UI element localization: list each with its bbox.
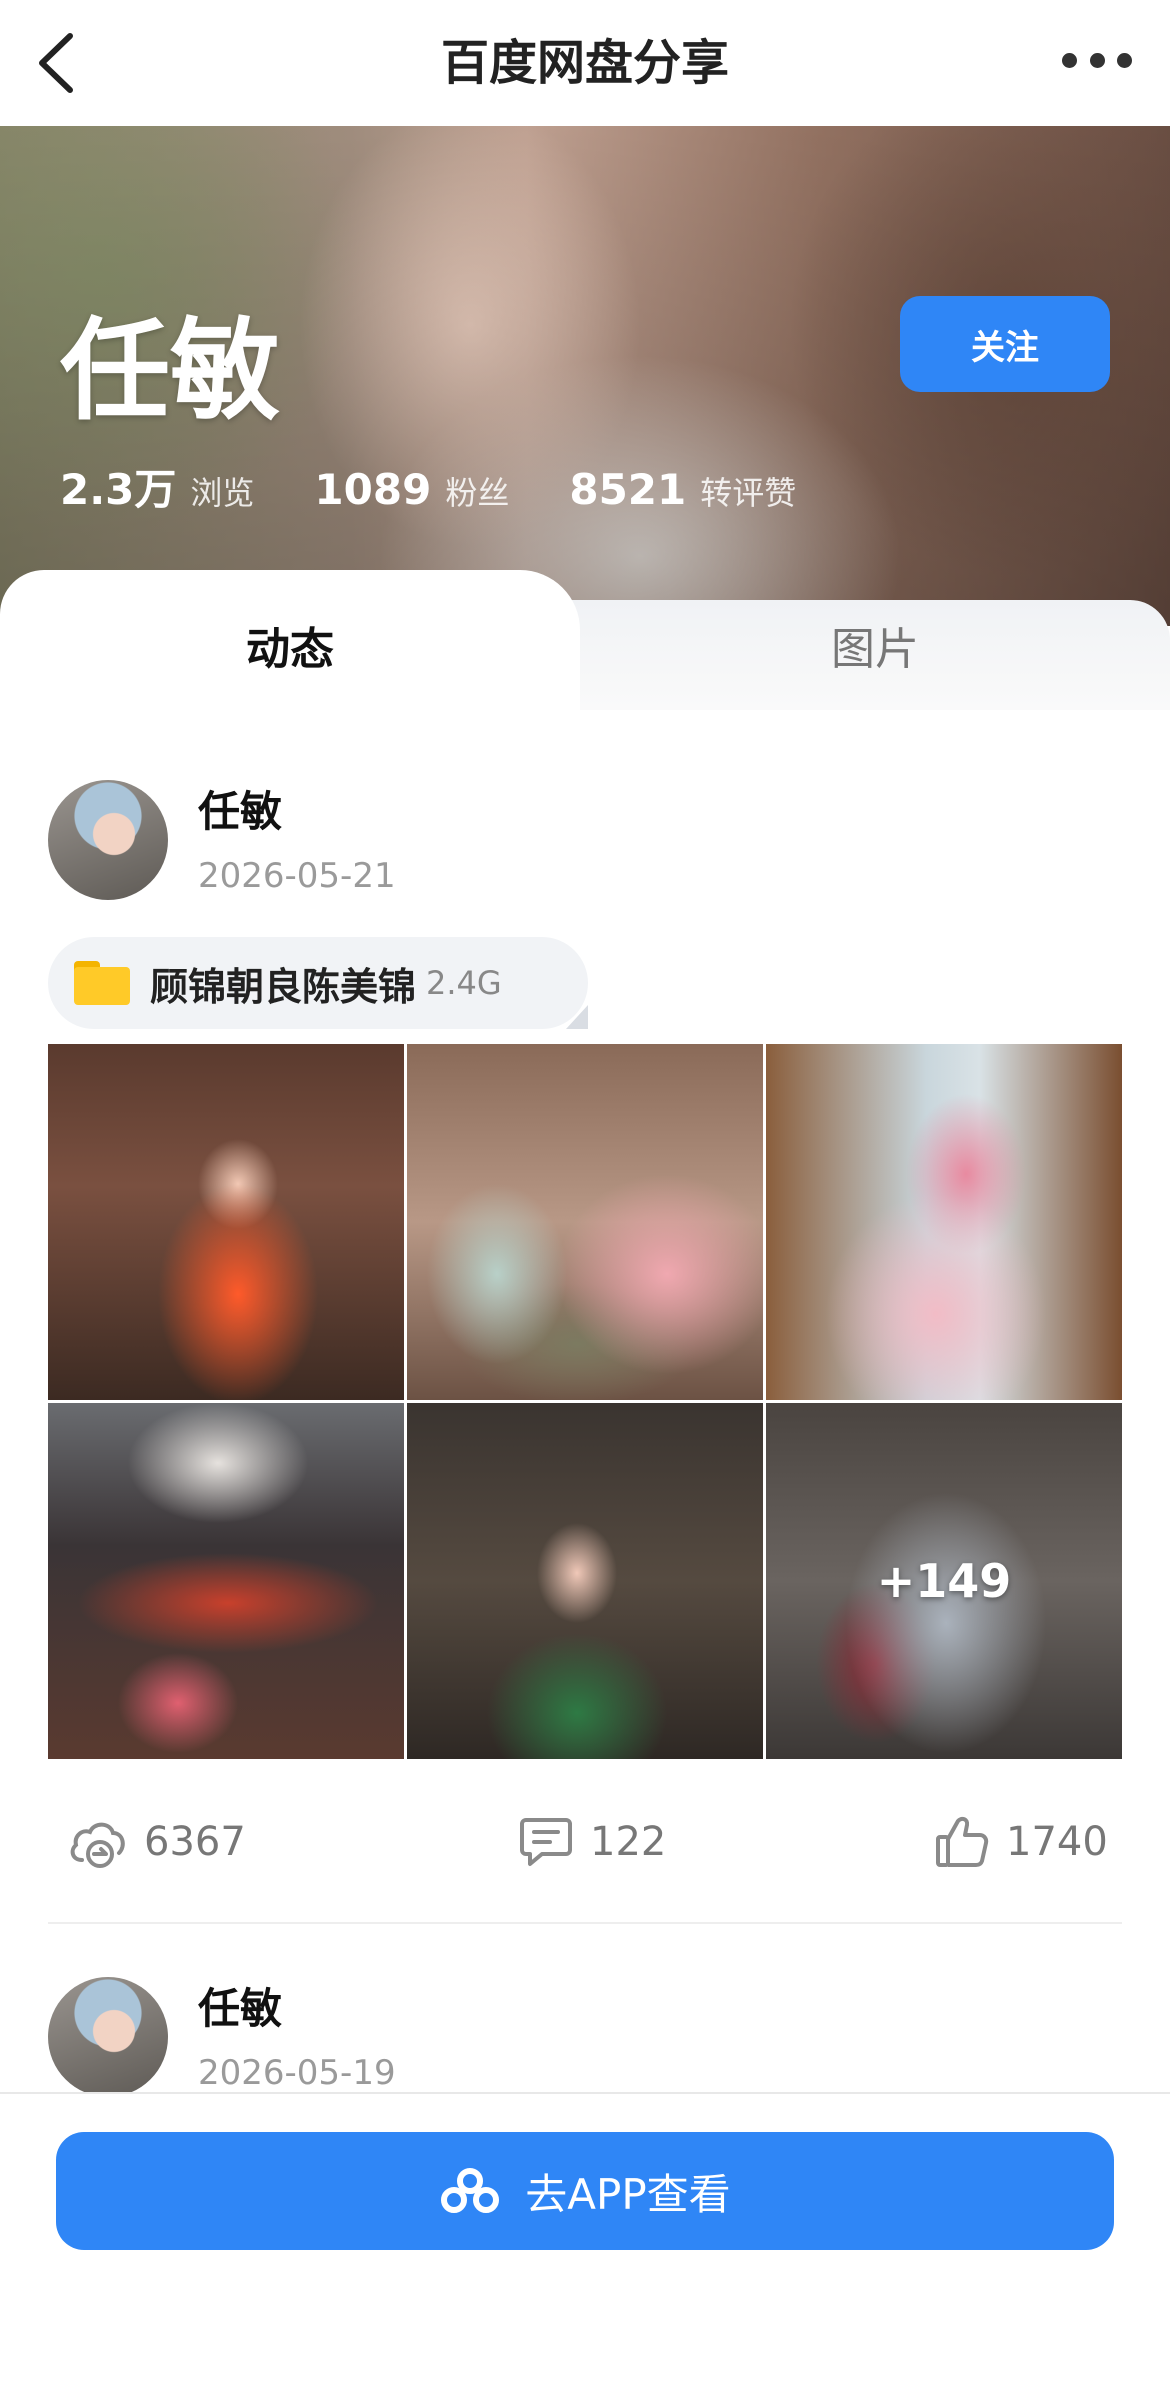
post-date: 2026-05-19 xyxy=(198,2053,396,2093)
stat-value: 8521 xyxy=(569,465,687,514)
stat-value: 1089 xyxy=(314,465,432,514)
open-app-button[interactable]: 去APP查看 xyxy=(56,2132,1114,2250)
stat-value: 2.3万 xyxy=(60,465,177,514)
open-app-label: 去APP查看 xyxy=(525,2169,731,2219)
folder-icon xyxy=(74,961,130,1005)
page-title: 百度网盘分享 xyxy=(440,35,729,91)
post-actions: 6367 122 1740 xyxy=(48,1800,1122,1884)
avatar[interactable] xyxy=(48,1977,168,2097)
folder-name: 顾锦朝良陈美锦 xyxy=(150,964,417,1009)
photo-thumbnail[interactable] xyxy=(48,1044,404,1400)
tab-bar: 动态 图片 xyxy=(0,570,1170,710)
like-action[interactable]: 1740 xyxy=(934,1800,1108,1884)
photo-thumbnail[interactable] xyxy=(766,1044,1122,1400)
cloud-save-icon xyxy=(70,1822,125,1868)
photo-thumbnail[interactable] xyxy=(48,1403,404,1759)
tab-activity[interactable]: 动态 xyxy=(0,610,580,690)
comment-action[interactable]: 122 xyxy=(518,1800,666,1884)
stat-views: 2.3万 浏览 xyxy=(60,456,254,517)
post-header: 任敏 2026-05-21 xyxy=(48,780,396,900)
post-divider xyxy=(48,1922,1122,1924)
comment-icon xyxy=(520,1818,572,1866)
baidu-netdisk-logo-icon xyxy=(441,2168,500,2213)
stat-label: 粉丝 xyxy=(445,474,510,512)
photo-grid: +149 xyxy=(48,1044,1122,1760)
photo-thumbnail[interactable]: +149 xyxy=(766,1403,1122,1759)
profile-name: 任敏 xyxy=(60,307,280,435)
photo-thumbnail[interactable] xyxy=(407,1044,763,1400)
like-count: 1740 xyxy=(1006,1819,1108,1865)
profile-stats: 2.3万 浏览 1089 粉丝 8521 转评赞 xyxy=(60,456,856,517)
bottom-bar: 去APP查看 xyxy=(0,2092,1170,2385)
more-options-icon[interactable] xyxy=(1062,48,1132,72)
comment-count: 122 xyxy=(590,1819,667,1865)
stat-label: 转评赞 xyxy=(700,474,797,512)
more-photos-count[interactable]: +149 xyxy=(766,1403,1122,1759)
shared-folder-chip[interactable]: 顾锦朝良陈美锦 2.4G xyxy=(48,937,588,1029)
photo-thumbnail[interactable] xyxy=(407,1403,763,1759)
save-action[interactable]: 6367 xyxy=(68,1800,246,1884)
post-date: 2026-05-21 xyxy=(198,856,396,896)
post-author[interactable]: 任敏 xyxy=(198,1981,396,2037)
post-header: 任敏 2026-05-19 xyxy=(48,1977,396,2097)
stat-label: 浏览 xyxy=(190,474,255,512)
post-author[interactable]: 任敏 xyxy=(198,784,396,840)
profile-cover: 任敏 关注 2.3万 浏览 1089 粉丝 8521 转评赞 xyxy=(0,126,1170,626)
thumbs-up-icon xyxy=(936,1816,989,1867)
avatar[interactable] xyxy=(48,780,168,900)
stat-interactions: 8521 转评赞 xyxy=(569,465,796,514)
navbar: 百度网盘分享 xyxy=(0,0,1170,126)
folder-size: 2.4G xyxy=(426,964,502,1002)
save-count: 6367 xyxy=(144,1819,246,1865)
tab-images[interactable]: 图片 xyxy=(580,610,1170,690)
follow-button[interactable]: 关注 xyxy=(900,296,1110,392)
stat-fans: 1089 粉丝 xyxy=(314,465,509,514)
